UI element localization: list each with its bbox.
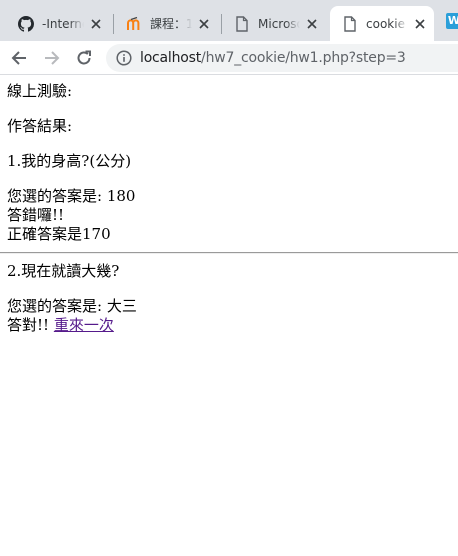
question-text: 2.現在就讀大幾? [7, 262, 120, 280]
arrow-right-icon [43, 49, 61, 67]
document-icon [342, 15, 358, 32]
info-icon[interactable] [116, 50, 132, 66]
your-answer: 您選的答案是: 大三 [7, 297, 137, 315]
verdict-wrong: 答錯囉!! [7, 206, 65, 224]
forward-button[interactable] [40, 46, 64, 70]
tab-github[interactable]: -Internet [6, 6, 110, 41]
verdict-line: 答對!! 重來一次 [7, 316, 458, 335]
question-text: 1.我的身高?(公分) [7, 152, 132, 170]
reload-button[interactable] [72, 46, 96, 70]
correct-answer: 正確答案是170 [7, 225, 111, 243]
verdict-correct: 答對!! [7, 316, 50, 334]
tab-microsoft[interactable]: Microsoft [222, 6, 326, 41]
browser-toolbar: localhost/hw7_cookie/hw1.php?step=3 [0, 41, 458, 75]
quiz-heading: 線上測驗: [7, 82, 73, 100]
tab-strip: -Internet 課程：1 Microsoft cookie W [0, 0, 458, 41]
tab-title: 課程：1 [150, 17, 192, 31]
moodle-icon [126, 16, 142, 32]
tab-title: cookie [366, 16, 405, 31]
tab-cookie[interactable]: cookie [330, 6, 434, 41]
question-divider [0, 252, 458, 254]
close-icon[interactable] [196, 16, 212, 32]
page-content: 線上測驗: 作答結果: 1.我的身高?(公分) 您選的答案是: 180 答錯囉!… [0, 82, 458, 335]
url-text: localhost/hw7_cookie/hw1.php?step=3 [140, 50, 406, 66]
document-icon [234, 15, 250, 32]
reload-icon [75, 49, 93, 67]
tab-course[interactable]: 課程：1 [114, 6, 218, 41]
retry-link[interactable]: 重來一次 [54, 316, 114, 334]
tab-title: Microsoft [258, 16, 300, 31]
close-icon[interactable] [304, 16, 320, 32]
tab-title: -Internet [42, 16, 84, 31]
url-path: /hw7_cookie/hw1.php?step=3 [201, 50, 406, 66]
close-icon[interactable] [412, 16, 428, 32]
back-button[interactable] [7, 46, 31, 70]
arrow-left-icon [10, 49, 28, 67]
extension-badge[interactable]: W [446, 13, 458, 29]
your-answer: 您選的答案是: 180 [7, 187, 136, 205]
url-host: localhost [140, 50, 202, 66]
result-heading: 作答結果: [7, 117, 73, 135]
github-icon [18, 15, 34, 32]
address-bar[interactable]: localhost/hw7_cookie/hw1.php?step=3 [106, 44, 458, 72]
close-icon[interactable] [88, 16, 104, 32]
toolbar-divider [0, 74, 458, 75]
